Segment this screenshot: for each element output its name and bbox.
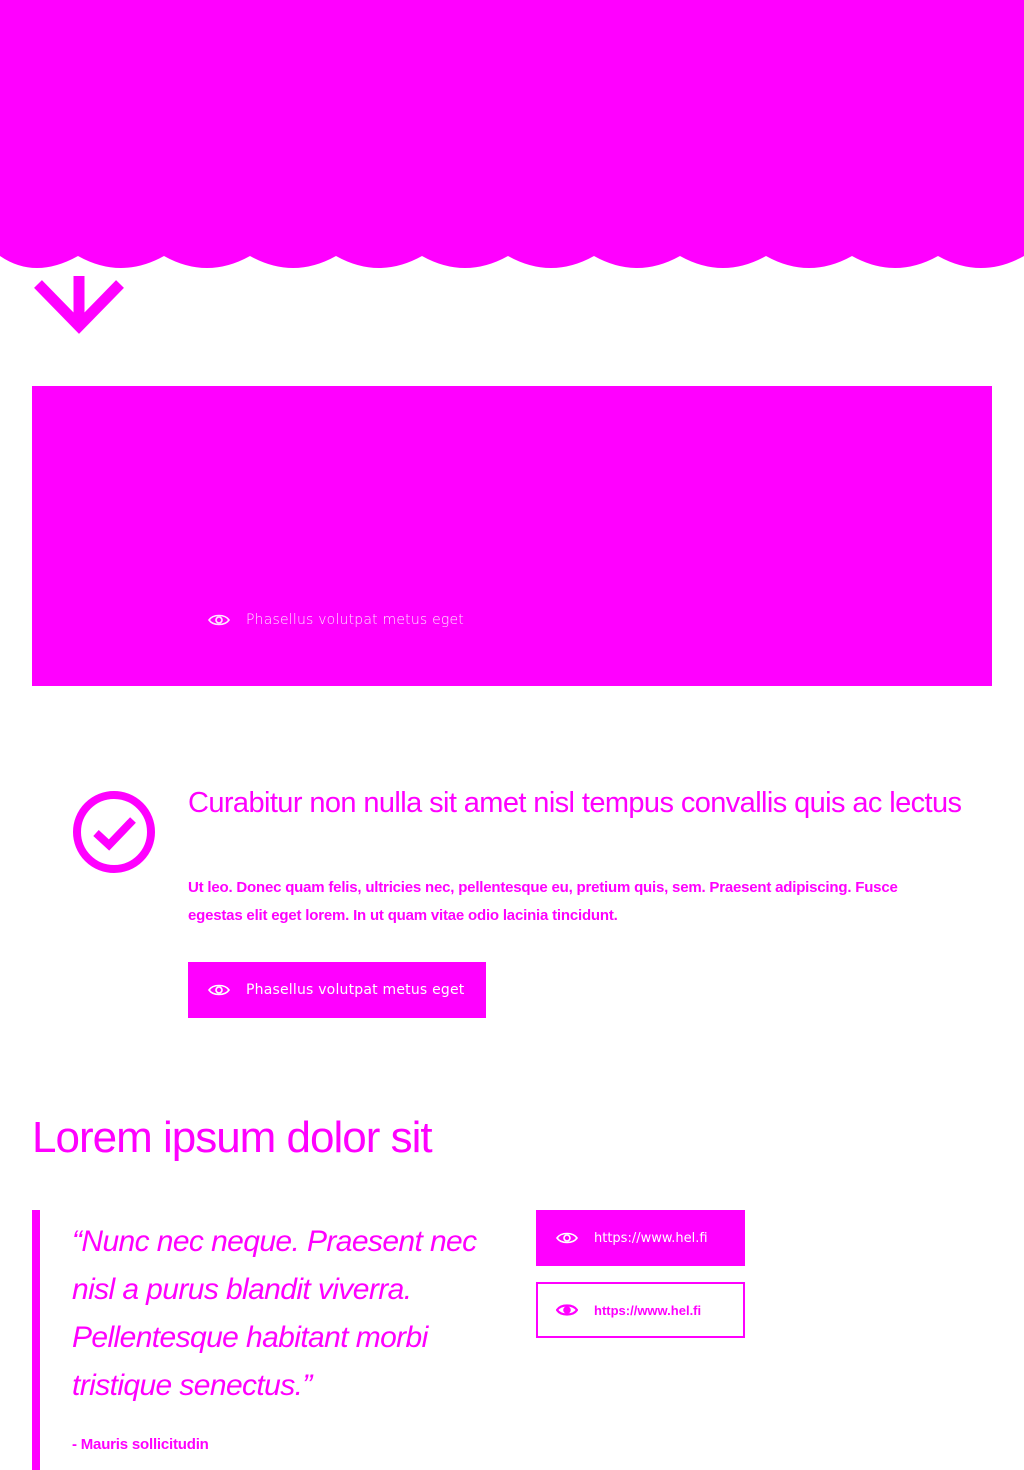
quote-text: “Nunc nec neque. Praesent nec nisl a pur… (72, 1225, 477, 1402)
feature-button[interactable]: Phasellus volutpat metus eget (188, 962, 486, 1018)
eye-icon (208, 984, 230, 996)
eye-icon (556, 1304, 578, 1316)
quote-border (32, 1210, 40, 1470)
eye-icon (208, 614, 230, 626)
link-button-filled[interactable]: https://www.hel.fi (536, 1210, 745, 1266)
quote-author: - Mauris sollicitudin (72, 1436, 209, 1453)
section-title: Lorem ipsum dolor sit (32, 1113, 433, 1162)
wave-edge (0, 0, 1024, 268)
feature-text: Ut leo. Donec quam felis, ultricies nec,… (188, 879, 898, 924)
banner-link[interactable]: Phasellus volutpat metus eget (208, 612, 464, 628)
link-filled-label: https://www.hel.fi (594, 1230, 708, 1246)
feature-button-label: Phasellus volutpat metus eget (246, 982, 465, 998)
eye-icon (556, 1232, 578, 1244)
link-button-outline[interactable]: https://www.hel.fi (536, 1282, 745, 1338)
hero-koros-banner (0, 0, 1024, 272)
image-banner: Phasellus volutpat metus eget (32, 386, 992, 686)
banner-link-label: Phasellus volutpat metus eget (246, 612, 464, 628)
feature-title: Curabitur non nulla sit amet nisl tempus… (188, 787, 962, 819)
arrow-down-icon[interactable] (30, 276, 128, 342)
check-circle-icon (73, 791, 155, 873)
link-outline-label: https://www.hel.fi (594, 1302, 702, 1318)
